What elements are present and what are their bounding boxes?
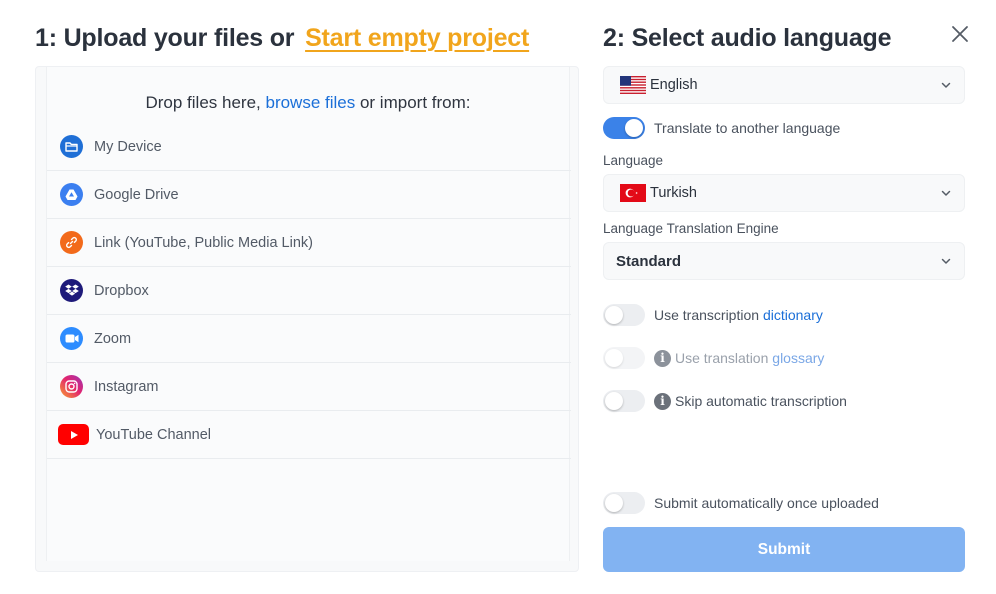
source-label: Google Drive	[94, 186, 179, 203]
language-label: Language	[603, 153, 664, 168]
close-button[interactable]	[948, 22, 972, 46]
upload-title-text: 1: Upload your files or	[35, 24, 302, 52]
close-icon	[952, 26, 968, 42]
source-youtube-channel[interactable]: YouTube Channel	[47, 411, 571, 459]
toggle-knob	[605, 494, 623, 512]
source-label: YouTube Channel	[96, 426, 212, 443]
source-zoom[interactable]: Zoom	[47, 315, 571, 363]
target-language-value: Turkish	[650, 185, 697, 201]
toggle-knob	[625, 119, 643, 137]
translate-toggle-label: Translate to another language	[654, 120, 841, 136]
instagram-icon	[60, 375, 83, 398]
upload-title: 1: Upload your files or Start empty proj…	[35, 24, 529, 53]
skip-transcription-toggle-row: i Skip automatic transcription	[603, 390, 847, 412]
upload-dropzone[interactable]: Drop files here, browse files or import …	[35, 66, 579, 572]
skip-transcription-label: Skip automatic transcription	[675, 393, 847, 409]
dictionary-toggle-row: Use transcription dictionary	[603, 304, 823, 326]
youtube-icon	[58, 424, 89, 445]
auto-submit-toggle-row: Submit automatically once uploaded	[603, 492, 879, 514]
source-label: Instagram	[94, 378, 159, 395]
dictionary-label-text: Use transcription	[654, 307, 763, 323]
glossary-toggle-label: Use translation glossary	[675, 350, 824, 366]
chevron-down-icon	[941, 190, 951, 196]
dictionary-toggle[interactable]	[603, 304, 645, 326]
chevron-down-icon	[941, 82, 951, 88]
folder-icon	[60, 135, 83, 158]
glossary-toggle-row: i Use translation glossary	[603, 347, 824, 369]
upload-inner-panel: Drop files here, browse files or import …	[46, 67, 571, 561]
source-label: Dropbox	[94, 282, 149, 299]
toggle-knob	[605, 349, 623, 367]
glossary-label-text: Use translation	[675, 350, 773, 366]
dropbox-icon	[60, 279, 83, 302]
translation-engine-select[interactable]: Standard	[603, 242, 965, 280]
audio-language-select[interactable]: English	[603, 66, 965, 104]
zoom-icon	[60, 327, 83, 350]
glossary-toggle[interactable]	[603, 347, 645, 369]
chevron-down-icon	[941, 258, 951, 264]
import-source-list: My Device Google Drive Link (YouTube, Pu…	[47, 123, 571, 459]
source-label: Link (YouTube, Public Media Link)	[94, 234, 313, 251]
source-label: My Device	[94, 138, 162, 155]
auto-submit-label: Submit automatically once uploaded	[654, 495, 879, 511]
translate-toggle-row: Translate to another language	[603, 117, 840, 139]
link-icon	[60, 231, 83, 254]
source-my-device[interactable]: My Device	[47, 123, 571, 171]
browse-files-link[interactable]: browse files	[265, 93, 355, 112]
toggle-knob	[605, 392, 623, 410]
auto-submit-toggle[interactable]	[603, 492, 645, 514]
turkey-flag-icon	[620, 184, 646, 202]
source-instagram[interactable]: Instagram	[47, 363, 571, 411]
source-google-drive[interactable]: Google Drive	[47, 171, 571, 219]
source-label: Zoom	[94, 330, 132, 347]
toggle-knob	[605, 306, 623, 324]
submit-button[interactable]: Submit	[603, 527, 965, 572]
start-empty-project-link[interactable]: Start empty project	[305, 24, 529, 52]
audio-language-value: English	[650, 77, 698, 93]
info-icon[interactable]: i	[654, 349, 671, 367]
engine-label: Language Translation Engine	[603, 221, 779, 236]
language-title: 2: Select audio language	[603, 24, 892, 52]
glossary-link[interactable]: glossary	[772, 350, 824, 366]
drop-text-suffix: or import from:	[355, 93, 471, 112]
translation-engine-value: Standard	[616, 252, 682, 270]
drop-text-prefix: Drop files here,	[145, 93, 266, 112]
skip-transcription-toggle[interactable]	[603, 390, 645, 412]
dictionary-link[interactable]: dictionary	[763, 307, 823, 323]
source-dropbox[interactable]: Dropbox	[47, 267, 571, 315]
target-language-select[interactable]: Turkish	[603, 174, 965, 212]
google-drive-icon	[60, 183, 83, 206]
source-link[interactable]: Link (YouTube, Public Media Link)	[47, 219, 571, 267]
dictionary-toggle-label: Use transcription dictionary	[654, 307, 823, 323]
drop-instructions: Drop files here, browse files or import …	[47, 93, 569, 113]
info-icon[interactable]: i	[654, 392, 671, 410]
translate-toggle[interactable]	[603, 117, 645, 139]
us-flag-icon	[620, 76, 646, 94]
